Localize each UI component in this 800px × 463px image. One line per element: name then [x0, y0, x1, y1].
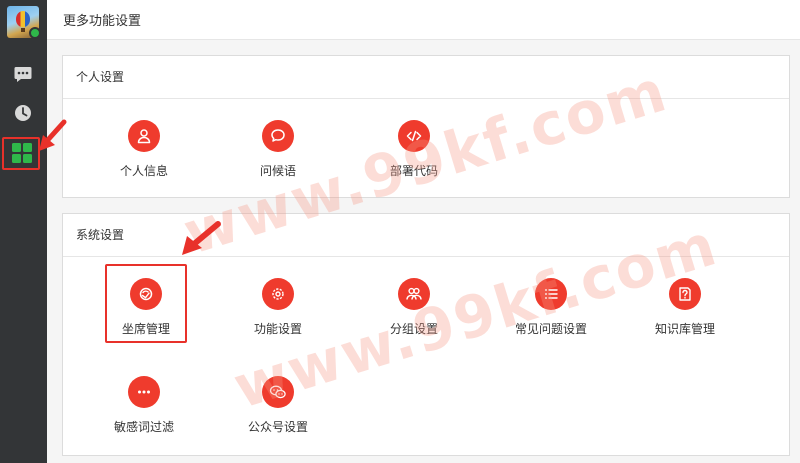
page-title: 更多功能设置 — [63, 14, 142, 29]
more-dots-icon — [128, 376, 160, 408]
faq-settings-item[interactable]: 常见问题设置 — [496, 278, 606, 337]
clock-icon[interactable] — [12, 102, 34, 124]
personal-settings-panel: 个人设置 个人信息 问候语 部署代码 — [62, 55, 790, 198]
feature-settings-item[interactable]: 功能设置 — [223, 278, 333, 337]
knowledge-base-item[interactable]: 知识库管理 — [630, 278, 740, 337]
agent-management-item[interactable]: 坐席管理 — [91, 278, 201, 337]
speech-bubble-icon — [262, 120, 294, 152]
wechat-icon — [262, 376, 294, 408]
gear-icon — [262, 278, 294, 310]
code-icon — [398, 120, 430, 152]
online-status-dot — [29, 27, 41, 39]
deploy-code-item[interactable]: 部署代码 — [359, 120, 469, 179]
chat-bubble-icon[interactable] — [12, 63, 34, 85]
group-settings-item[interactable]: 分组设置 — [359, 278, 469, 337]
sidebar — [0, 0, 47, 463]
list-icon — [535, 278, 567, 310]
agent-icon — [130, 278, 162, 310]
greeting-item[interactable]: 问候语 — [223, 120, 333, 179]
sensitive-word-filter-item[interactable]: 敏感词过滤 — [89, 376, 199, 435]
personal-info-item[interactable]: 个人信息 — [89, 120, 199, 179]
grid-icon[interactable] — [11, 142, 33, 164]
group-icon — [398, 278, 430, 310]
user-icon — [128, 120, 160, 152]
panel-title: 个人设置 — [63, 56, 789, 99]
panel-title: 系统设置 — [63, 214, 789, 257]
page-header: 更多功能设置 — [47, 0, 800, 40]
system-settings-panel: 系统设置 坐席管理 功能设置 分组设置 常见问题设置 知识库管理 敏感词过滤 公… — [62, 213, 790, 456]
official-account-settings-item[interactable]: 公众号设置 — [223, 376, 333, 435]
knowledge-icon — [669, 278, 701, 310]
